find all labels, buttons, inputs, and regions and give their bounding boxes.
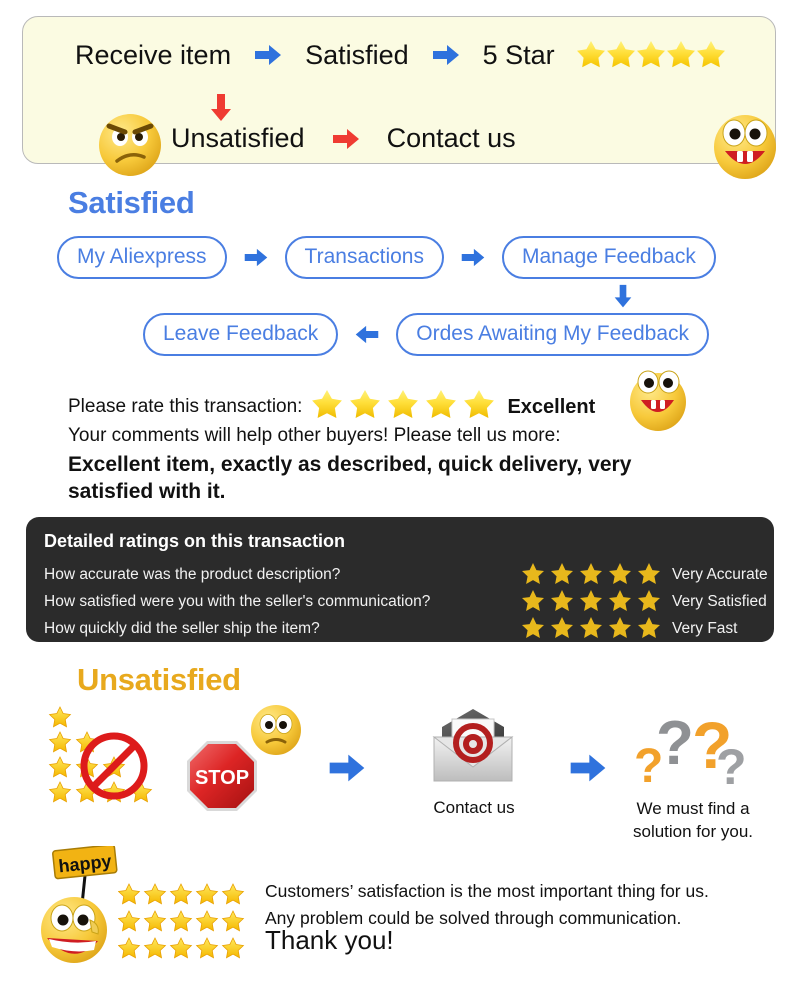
detailed-rating-verdict: Very Fast bbox=[672, 620, 738, 637]
blue-right-arrow-icon bbox=[253, 43, 283, 67]
happy-face-with-sign-icon: happy bbox=[34, 844, 124, 971]
blue-right-arrow-icon bbox=[327, 752, 367, 789]
detailed-rating-question: How accurate was the product description… bbox=[44, 566, 341, 583]
comments-prompt: Your comments will help other buyers! Pl… bbox=[68, 425, 561, 446]
blue-right-arrow-icon bbox=[431, 43, 461, 67]
footer-star-grid bbox=[117, 883, 253, 970]
heading-satisfied: Satisfied bbox=[68, 185, 195, 220]
detailed-rating-question: How satisfied were you with the seller's… bbox=[44, 593, 431, 610]
detailed-rating-verdict: Very Satisfied bbox=[672, 593, 767, 610]
detailed-rating-verdict: Very Accurate bbox=[672, 566, 768, 583]
satisfied-flow-row-1: My Aliexpress Transactions Manage Feedba… bbox=[57, 236, 716, 280]
email-envelope-icon bbox=[424, 697, 522, 796]
heading-unsatisfied: Unsatisfied bbox=[77, 662, 241, 697]
happy-face-icon bbox=[709, 105, 781, 188]
banner-star-rating bbox=[576, 39, 727, 71]
flow-pill-leave-feedback[interactable]: Leave Feedback bbox=[143, 313, 339, 357]
flow-pill-my-aliexpress[interactable]: My Aliexpress bbox=[57, 236, 227, 280]
svg-text:?: ? bbox=[656, 709, 694, 778]
rate-star-rating[interactable] bbox=[312, 387, 497, 427]
blue-down-arrow-icon bbox=[613, 284, 633, 314]
detailed-rating-stars bbox=[522, 590, 662, 617]
red-right-arrow-icon bbox=[331, 127, 361, 151]
satisfied-flow-row-2: Leave Feedback Ordes Awaiting My Feedbac… bbox=[143, 313, 710, 357]
rate-prompt-label: Please rate this transaction: bbox=[68, 396, 303, 417]
thank-you-text: Thank you! bbox=[265, 925, 394, 955]
feedback-guide-page: Receive item Satisfied 5 Star Unsatisfie… bbox=[0, 0, 800, 984]
flow-pill-manage-feedback[interactable]: Manage Feedback bbox=[501, 236, 716, 280]
flow-pill-orders-awaiting-my-feedback[interactable]: Ordes Awaiting My Feedback bbox=[396, 313, 710, 357]
banner-flow-row-unsatisfied: Unsatisfied Contact us bbox=[171, 123, 516, 154]
banner-step-unsatisfied: Unsatisfied bbox=[171, 123, 305, 153]
contact-us-label: Contact us bbox=[433, 798, 515, 817]
worried-face-icon bbox=[249, 703, 303, 762]
detailed-rating-stars bbox=[522, 563, 662, 590]
comment-text: Excellent item, exactly as described, qu… bbox=[68, 453, 632, 503]
blue-right-arrow-icon bbox=[243, 247, 269, 268]
prohibition-icon bbox=[79, 731, 149, 806]
top-banner: Receive item Satisfied 5 Star Unsatisfie… bbox=[22, 16, 776, 179]
svg-text:STOP: STOP bbox=[195, 767, 249, 789]
blue-left-arrow-icon bbox=[354, 324, 380, 345]
detailed-ratings-title: Detailed ratings on this transaction bbox=[44, 531, 346, 551]
question-marks-icon: ? ? ? ? bbox=[632, 702, 750, 799]
svg-text:?: ? bbox=[716, 739, 747, 794]
banner-step-satisfied: Satisfied bbox=[305, 39, 409, 70]
banner-flow-row-satisfied: Receive item Satisfied 5 Star bbox=[75, 39, 727, 71]
detailed-rating-stars bbox=[522, 617, 662, 644]
footer-line-1: Customers’ satisfaction is the most impo… bbox=[265, 881, 709, 901]
banner-step-receive-item: Receive item bbox=[75, 39, 232, 70]
angry-face-icon bbox=[95, 109, 165, 184]
rate-transaction-line: Please rate this transaction: Excellent bbox=[68, 387, 595, 427]
excited-face-icon bbox=[624, 366, 692, 437]
banner-step-contact-us: Contact us bbox=[386, 123, 516, 153]
blue-right-arrow-icon bbox=[568, 752, 608, 789]
banner-step-5-star: 5 Star bbox=[482, 39, 555, 70]
flow-pill-transactions[interactable]: Transactions bbox=[284, 236, 444, 280]
detailed-rating-question: How quickly did the seller ship the item… bbox=[44, 620, 320, 637]
blue-right-arrow-icon bbox=[460, 247, 486, 268]
solution-label: We must find a solution for you. bbox=[632, 799, 753, 841]
detailed-ratings-panel: Detailed ratings on this transaction How… bbox=[26, 517, 774, 642]
rate-verdict-label: Excellent bbox=[507, 395, 596, 418]
